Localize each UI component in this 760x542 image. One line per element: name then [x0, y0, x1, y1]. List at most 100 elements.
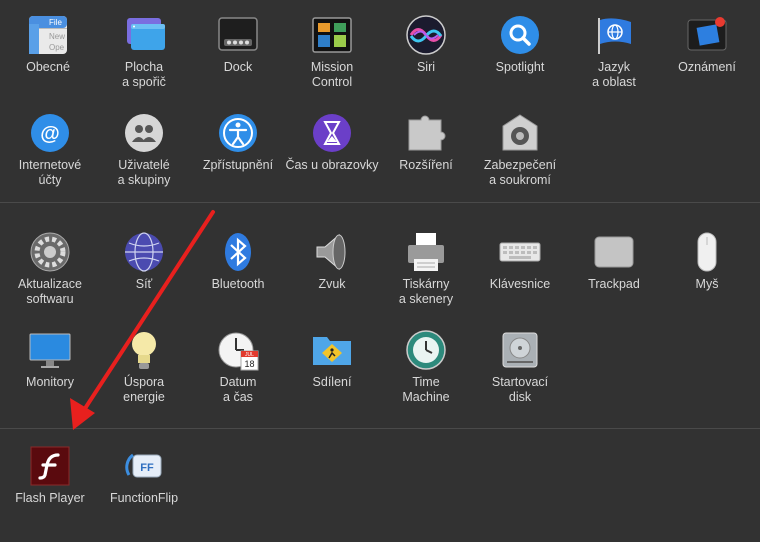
- pane-label: Tiskárny a skenery: [398, 277, 454, 306]
- pane-datum-cas[interactable]: JUL 18 Datum a čas: [190, 329, 286, 425]
- pane-oznameni[interactable]: Oznámení: [659, 14, 755, 110]
- pane-uspora-energie[interactable]: Úspora energie: [96, 329, 192, 425]
- displays-icon: [29, 329, 71, 371]
- date-time-icon: JUL 18: [217, 329, 259, 371]
- keyboard-icon: [499, 231, 541, 273]
- pane-label: Mission Control: [310, 60, 354, 89]
- pane-cas-u-obrazovky[interactable]: Čas u obrazovky: [284, 112, 380, 208]
- extensions-icon: [405, 112, 447, 154]
- pane-aktualizace[interactable]: Aktualizace softwaru: [2, 231, 98, 327]
- desktop-screensaver-icon: [123, 14, 165, 56]
- energy-saver-icon: [123, 329, 165, 371]
- time-machine-icon: [405, 329, 447, 371]
- sound-icon: [311, 231, 353, 273]
- pane-zvuk[interactable]: Zvuk: [284, 231, 380, 327]
- spotlight-icon: [499, 14, 541, 56]
- pane-label: Trackpad: [588, 277, 640, 291]
- section-personal: File New Ope Obecné Plocha a spořič Dock…: [0, 0, 760, 202]
- mouse-icon: [686, 231, 728, 273]
- pane-label: Plocha a spořič: [122, 60, 166, 89]
- pane-label: Siri: [416, 60, 436, 74]
- pane-label: Jazyk a oblast: [592, 60, 636, 89]
- dock-icon: [217, 14, 259, 56]
- users-groups-icon: [123, 112, 165, 154]
- pane-plocha[interactable]: Plocha a spořič: [96, 14, 192, 110]
- pane-uzivatele[interactable]: Uživatelé a skupiny: [96, 112, 192, 208]
- section-other: Flash Player FF FunctionFlip: [0, 429, 760, 542]
- svg-text:New: New: [49, 32, 65, 41]
- pane-spotlight[interactable]: Spotlight: [472, 14, 568, 110]
- svg-text:JUL: JUL: [245, 352, 254, 358]
- section-hardware: Aktualizace softwaru Síť Bluetooth Zvuk …: [0, 203, 760, 428]
- pane-klavesnice[interactable]: Klávesnice: [472, 231, 568, 327]
- printers-scanners-icon: [405, 231, 447, 273]
- pane-startovaci-disk[interactable]: Startovací disk: [472, 329, 568, 425]
- pane-sit[interactable]: Síť: [96, 231, 192, 327]
- pane-label: Flash Player: [15, 491, 85, 505]
- accessibility-icon: [217, 112, 259, 154]
- pane-label: Uživatelé a skupiny: [117, 158, 171, 187]
- pane-trackpad[interactable]: Trackpad: [566, 231, 662, 327]
- pane-sdileni[interactable]: Sdílení: [284, 329, 380, 425]
- svg-text:18: 18: [244, 359, 254, 369]
- pane-zabezpeceni[interactable]: Zabezpečení a soukromí: [472, 112, 568, 208]
- pane-label: Bluetooth: [211, 277, 265, 291]
- pane-label: Oznámení: [678, 60, 736, 74]
- siri-icon: [405, 14, 447, 56]
- pane-internetove-ucty[interactable]: @ Internetové účty: [2, 112, 98, 208]
- sharing-icon: [311, 329, 353, 371]
- pane-label: Čas u obrazovky: [285, 158, 379, 172]
- svg-text:Ope: Ope: [49, 43, 65, 52]
- pane-zpristupneni[interactable]: Zpřístupnění: [190, 112, 286, 208]
- pane-label: Spotlight: [495, 60, 545, 74]
- internet-accounts-icon: @: [29, 112, 71, 154]
- pane-label: Aktualizace softwaru: [18, 277, 82, 306]
- language-region-icon: [593, 14, 635, 56]
- pane-label: Klávesnice: [489, 277, 551, 291]
- pane-label: Rozšíření: [399, 158, 453, 172]
- pane-label: Zpřístupnění: [202, 158, 274, 172]
- bluetooth-icon: [217, 231, 259, 273]
- pane-bluetooth[interactable]: Bluetooth: [190, 231, 286, 327]
- svg-text:File: File: [49, 18, 62, 27]
- screen-time-icon: [311, 112, 353, 154]
- startup-disk-icon: [499, 329, 541, 371]
- pane-label: Zabezpečení a soukromí: [483, 158, 557, 187]
- pane-label: Sdílení: [312, 375, 352, 389]
- pane-label: Dock: [223, 60, 253, 74]
- flash-player-icon: [29, 445, 71, 487]
- network-icon: [123, 231, 165, 273]
- security-privacy-icon: [499, 112, 541, 154]
- pane-siri[interactable]: Siri: [378, 14, 474, 110]
- trackpad-icon: [593, 231, 635, 273]
- pane-label: FunctionFlip: [109, 491, 179, 505]
- svg-text:FF: FF: [140, 462, 154, 474]
- pane-label: Síť: [135, 277, 153, 291]
- pane-rozsireni[interactable]: Rozšíření: [378, 112, 474, 208]
- notifications-icon: [686, 14, 728, 56]
- pane-time-machine[interactable]: Time Machine: [378, 329, 474, 425]
- pane-monitory[interactable]: Monitory: [2, 329, 98, 425]
- pane-mission-control[interactable]: Mission Control: [284, 14, 380, 110]
- pane-tiskarny[interactable]: Tiskárny a skenery: [378, 231, 474, 327]
- functionflip-icon: FF: [123, 445, 165, 487]
- pane-label: Time Machine: [402, 375, 450, 404]
- software-update-icon: [29, 231, 71, 273]
- svg-text:@: @: [40, 123, 60, 145]
- pane-label: Datum a čas: [219, 375, 257, 404]
- pane-flash-player[interactable]: Flash Player: [2, 445, 98, 541]
- pane-obecne[interactable]: File New Ope Obecné: [0, 14, 96, 110]
- mission-control-icon: [311, 14, 353, 56]
- pane-functionflip[interactable]: FF FunctionFlip: [96, 445, 192, 541]
- pane-jazyk[interactable]: Jazyk a oblast: [566, 14, 662, 110]
- pane-dock[interactable]: Dock: [190, 14, 286, 110]
- pane-label: Startovací disk: [491, 375, 549, 404]
- pane-label: Monitory: [26, 375, 74, 389]
- pane-label: Úspora energie: [123, 375, 165, 404]
- pane-label: Zvuk: [318, 277, 346, 291]
- pane-label: Internetové účty: [18, 158, 82, 187]
- pane-label: Obecné: [26, 60, 70, 74]
- pane-mys[interactable]: Myš: [659, 231, 755, 327]
- pane-label: Myš: [695, 277, 719, 291]
- general-icon: File New Ope: [27, 14, 69, 56]
